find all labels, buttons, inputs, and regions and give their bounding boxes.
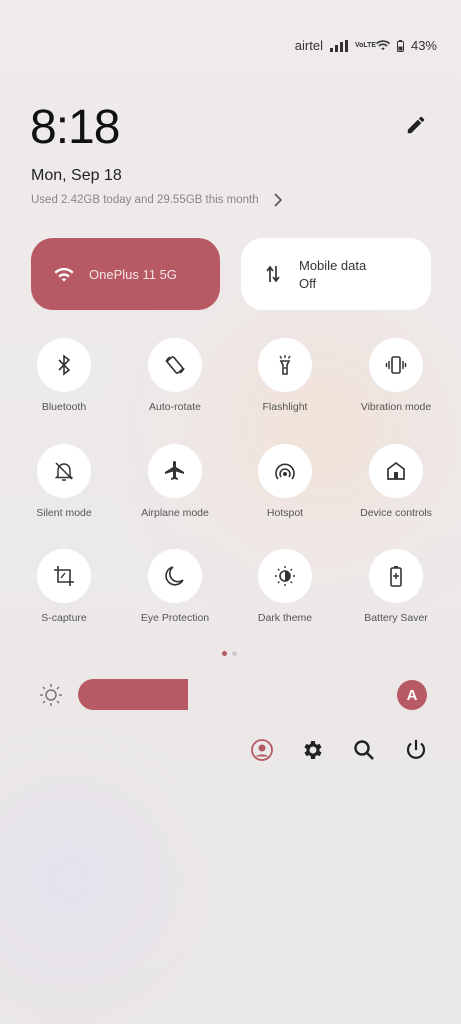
power-icon <box>406 740 426 759</box>
clock[interactable]: 8:18 <box>30 100 120 155</box>
auto-rotate-toggle[interactable]: Auto-rotate <box>120 338 230 413</box>
brightness-icon <box>40 684 62 706</box>
wifi-network-label: OnePlus 11 5G <box>89 266 177 282</box>
airplane-icon <box>165 461 184 480</box>
data-transfer-icon <box>266 265 280 283</box>
contrast-icon <box>275 566 295 586</box>
page-dot-active <box>222 651 227 656</box>
tile-label: Device controls <box>360 507 432 519</box>
chevron-right-icon <box>274 193 282 207</box>
tile-label: Airplane mode <box>141 507 209 519</box>
auto-rotate-icon <box>165 356 185 374</box>
tile-label: Vibration mode <box>360 401 432 413</box>
battery-status-icon <box>396 39 404 52</box>
silent-icon <box>54 462 74 481</box>
tile-label: Bluetooth <box>41 401 87 413</box>
silent-mode-toggle[interactable]: Silent mode <box>9 444 119 519</box>
data-usage-row[interactable]: Used 2.42GB today and 29.55GB this month <box>31 193 283 207</box>
status-bar: airtel VoLTE 43% <box>295 38 437 53</box>
flashlight-icon <box>279 355 291 375</box>
mobile-data-tile[interactable]: Mobile data Off <box>241 238 431 310</box>
tile-label: Silent mode <box>36 507 92 519</box>
tile-label: Eye Protection <box>140 612 210 624</box>
flashlight-toggle[interactable]: Flashlight <box>230 338 340 413</box>
wifi-icon <box>54 267 74 282</box>
carrier-name: airtel <box>294 38 323 53</box>
brightness-slider[interactable] <box>78 679 384 710</box>
airplane-mode-toggle[interactable]: Airplane mode <box>120 444 230 519</box>
moon-icon <box>165 566 184 586</box>
date-label[interactable]: Mon, Sep 18 <box>31 167 122 185</box>
brightness-fill <box>78 679 189 710</box>
tile-label: Hotspot <box>266 507 304 519</box>
volte-label: VoLTE <box>354 42 377 49</box>
data-usage-text: Used 2.42GB today and 29.55GB this month <box>31 194 259 206</box>
edit-icon[interactable] <box>405 114 427 136</box>
mobile-data-state: Off <box>299 275 317 291</box>
hotspot-toggle[interactable]: Hotspot <box>230 444 340 519</box>
search-icon <box>354 740 374 760</box>
wifi-status-icon <box>375 40 390 51</box>
crop-icon <box>54 566 74 586</box>
search-button[interactable] <box>350 736 378 764</box>
vibration-toggle[interactable]: Vibration mode <box>341 338 451 413</box>
battery-saver-toggle[interactable]: Battery Saver <box>341 549 451 624</box>
gear-icon <box>304 741 322 759</box>
tile-label: Battery Saver <box>364 612 428 624</box>
mobile-data-title: Mobile data <box>299 257 367 273</box>
user-icon <box>251 739 273 761</box>
battery-icon <box>390 566 402 587</box>
device-controls-toggle[interactable]: Device controls <box>341 444 451 519</box>
tile-label: Flashlight <box>262 401 308 413</box>
hotspot-icon <box>275 463 295 480</box>
wifi-tile[interactable]: OnePlus 11 5G <box>31 238 220 310</box>
auto-brightness-button[interactable]: A <box>397 680 427 710</box>
page-dot <box>232 651 237 656</box>
battery-percent: 43% <box>410 38 437 53</box>
eye-protection-toggle[interactable]: Eye Protection <box>120 549 230 624</box>
dark-theme-toggle[interactable]: Dark theme <box>230 549 340 624</box>
bluetooth-icon <box>58 354 71 376</box>
user-button[interactable] <box>248 736 276 764</box>
vibration-icon <box>385 356 407 374</box>
s-capture-toggle[interactable]: S-capture <box>9 549 119 624</box>
signal-icon <box>329 39 348 52</box>
tile-label: Dark theme <box>257 612 313 624</box>
power-button[interactable] <box>402 736 430 764</box>
tile-label: S-capture <box>41 612 87 624</box>
page-indicator <box>222 651 237 656</box>
settings-button[interactable] <box>299 736 327 764</box>
home-icon <box>387 461 405 480</box>
bluetooth-toggle[interactable]: Bluetooth <box>9 338 119 413</box>
tile-label: Auto-rotate <box>149 401 201 413</box>
